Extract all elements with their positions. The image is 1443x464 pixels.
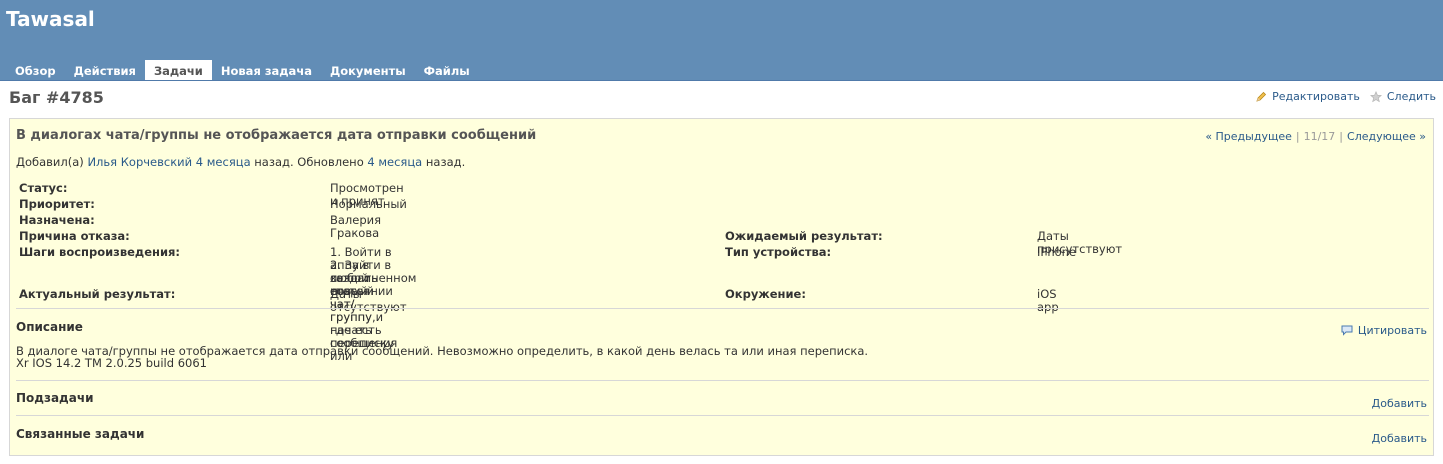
watch-link[interactable]: Следить — [1387, 90, 1436, 103]
description-text: В диалоге чата/группы не отображается да… — [16, 345, 868, 369]
reject-reason-label: Причина отказа: — [19, 229, 130, 243]
app-title[interactable]: Tawasal — [6, 7, 95, 31]
tab-activity[interactable]: Действия — [65, 60, 145, 80]
contextual-actions: Редактировать Следить — [1255, 90, 1436, 103]
main-menu: Обзор Действия Задачи Новая задача Докум… — [6, 60, 479, 80]
priority-value: Нормальный — [330, 197, 407, 211]
edit-link[interactable]: Редактировать — [1272, 90, 1360, 103]
status-label: Статус: — [19, 181, 68, 195]
author-prefix: Добавил(а) — [16, 155, 84, 169]
updated-suffix: назад. — [425, 155, 466, 169]
description-title: Описание — [16, 320, 83, 334]
divider — [16, 308, 1429, 309]
tab-new-issue[interactable]: Новая задача — [212, 60, 321, 80]
add-subtask-link[interactable]: Добавить — [1372, 397, 1427, 410]
header: Tawasal Обзор Действия Задачи Новая зада… — [0, 0, 1443, 81]
tab-documents[interactable]: Документы — [321, 60, 415, 80]
device-type-value: IPhone — [1037, 245, 1077, 259]
previous-issue-link[interactable]: « Предыдущее — [1205, 130, 1292, 143]
issue-pagination: « Предыдущее | 11/17 | Следующее » — [1205, 130, 1426, 143]
description-line-2: Xr IOS 14.2 TM 2.0.25 build 6061 — [16, 356, 207, 370]
tab-issues[interactable]: Задачи — [144, 60, 212, 80]
pencil-icon — [1255, 91, 1267, 103]
relations-title: Связанные задачи — [16, 427, 145, 441]
divider — [16, 380, 1429, 381]
actual-result-value: Даты отсутствуют — [330, 287, 407, 314]
created-ago-link[interactable]: 4 месяца — [196, 155, 251, 169]
quote-action: Цитировать — [1341, 324, 1427, 337]
device-type-label: Тип устройства: — [725, 245, 832, 259]
issue-position: 11/17 — [1303, 130, 1336, 143]
add-relation-link[interactable]: Добавить — [1372, 432, 1427, 445]
next-issue-link[interactable]: Следующее » — [1347, 130, 1426, 143]
issue-details: В диалогах чата/группы не отображается д… — [9, 118, 1434, 456]
star-icon — [1369, 90, 1382, 103]
assignee-link[interactable]: Валерия Гракова — [330, 214, 381, 240]
assignee-label: Назначена: — [19, 213, 95, 227]
expected-result-label: Ожидаемый результат: — [725, 229, 883, 243]
divider — [16, 415, 1429, 416]
environment-value: iOS app — [1037, 287, 1059, 314]
page-title: Баг #4785 — [9, 88, 104, 107]
updated-ago-link[interactable]: 4 месяца — [367, 155, 422, 169]
tab-files[interactable]: Файлы — [415, 60, 479, 80]
actual-result-label: Актуальный результат: — [19, 287, 176, 301]
priority-label: Приоритет: — [19, 197, 95, 211]
created-suffix: назад. Обновлено — [254, 155, 364, 169]
quote-link[interactable]: Цитировать — [1358, 324, 1427, 337]
steps-label: Шаги воспроизведения: — [19, 245, 180, 259]
author-line: Добавил(а) Илья Корчевский 4 месяца наза… — [16, 155, 465, 169]
issue-subject: В диалогах чата/группы не отображается д… — [16, 128, 537, 143]
comment-icon — [1341, 325, 1353, 336]
tab-overview[interactable]: Обзор — [6, 60, 65, 80]
subtasks-title: Подзадачи — [16, 391, 94, 405]
environment-label: Окружение: — [725, 287, 806, 301]
author-link[interactable]: Илья Корчевский — [87, 155, 192, 169]
